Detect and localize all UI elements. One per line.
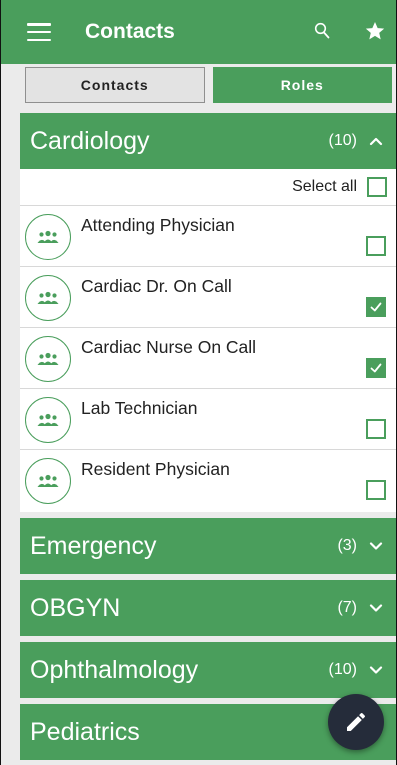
search-icon[interactable] (314, 22, 330, 40)
role-checkbox[interactable] (366, 480, 386, 500)
group-count: (3) (337, 537, 357, 554)
group-header-obgyn[interactable]: OBGYN (7) (20, 580, 396, 636)
group-name: Cardiology (30, 126, 150, 155)
chevron-up-icon[interactable] (369, 136, 383, 146)
group-header-emergency[interactable]: Emergency (3) (20, 518, 396, 574)
tab-contacts[interactable]: Contacts (25, 67, 205, 103)
chevron-down-icon[interactable] (369, 541, 383, 551)
group-name: Emergency (30, 531, 157, 560)
checkmark-icon (370, 302, 382, 312)
role-checkbox-checked[interactable] (366, 358, 386, 378)
role-row[interactable]: Resident Physician (20, 450, 396, 512)
group-body-cardiology: Select all Attending Physician Cardiac D… (20, 169, 396, 512)
group-header-cardiology[interactable]: Cardiology (10) (20, 113, 396, 169)
group-icon (25, 458, 71, 504)
group-icon (25, 397, 71, 443)
role-name: Attending Physician (81, 215, 235, 235)
group-header-ophthalmology[interactable]: Ophthalmology (10) (20, 642, 396, 698)
edit-pencil-icon (347, 712, 366, 731)
tab-roles[interactable]: Roles (212, 67, 392, 103)
chevron-down-icon[interactable] (369, 665, 383, 675)
chevron-down-icon[interactable] (369, 603, 383, 613)
select-all-label: Select all (292, 178, 357, 195)
role-checkbox[interactable] (366, 236, 386, 256)
app-bar: Contacts (1, 0, 396, 64)
role-row[interactable]: Cardiac Nurse On Call (20, 328, 396, 389)
app-screen: Contacts Contacts Roles Cardiology (10) … (0, 0, 397, 765)
role-name: Lab Technician (81, 398, 198, 418)
group-icon (25, 275, 71, 321)
role-name: Cardiac Nurse On Call (81, 337, 257, 357)
role-checkbox[interactable] (366, 419, 386, 439)
group-count: (10) (328, 132, 357, 149)
group-name: Pediatrics (30, 717, 140, 746)
group-count: (10) (328, 661, 357, 678)
group-icon (25, 336, 71, 382)
role-row[interactable]: Lab Technician (20, 389, 396, 450)
group-name: OBGYN (30, 593, 121, 622)
group-name: Ophthalmology (30, 655, 199, 684)
checkmark-icon (370, 363, 382, 373)
select-all-checkbox[interactable] (367, 177, 387, 197)
role-row[interactable]: Attending Physician (20, 206, 396, 267)
role-row[interactable]: Cardiac Dr. On Call (20, 267, 396, 328)
edit-fab-button[interactable] (328, 694, 384, 750)
role-name: Cardiac Dr. On Call (81, 276, 232, 296)
group-icon (25, 214, 71, 260)
role-checkbox-checked[interactable] (366, 297, 386, 317)
group-count: (7) (337, 599, 357, 616)
page-title: Contacts (85, 20, 175, 43)
select-all-row[interactable]: Select all (20, 169, 396, 206)
view-toggle-tabs: Contacts Roles (1, 64, 396, 104)
role-name: Resident Physician (81, 459, 230, 479)
star-icon[interactable] (364, 20, 386, 42)
department-groups: Cardiology (10) Select all Attending Phy… (20, 113, 396, 765)
hamburger-menu-icon[interactable] (27, 23, 51, 41)
